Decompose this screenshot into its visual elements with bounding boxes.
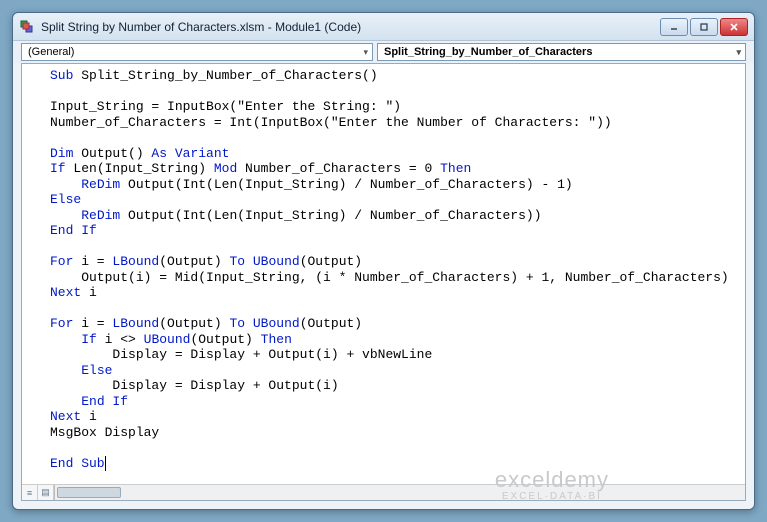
vba-code-window: Split String by Number of Characters.xls…	[12, 12, 755, 510]
app-icon	[19, 19, 35, 35]
window-title: Split String by Number of Characters.xls…	[41, 20, 660, 34]
editor-bottom-bar: ≡ ▤	[22, 484, 745, 500]
scroll-thumb[interactable]	[57, 487, 121, 498]
window-buttons	[660, 18, 748, 36]
minimize-button[interactable]	[660, 18, 688, 36]
close-button[interactable]	[720, 18, 748, 36]
chevron-down-icon: ▾	[736, 47, 741, 58]
procedure-dropdown[interactable]: Split_String_by_Number_of_Characters ▾	[377, 43, 746, 61]
code-frame: Sub Split_String_by_Number_of_Characters…	[21, 63, 746, 501]
full-module-view-icon[interactable]: ▤	[38, 485, 54, 500]
horizontal-scrollbar[interactable]	[55, 485, 745, 500]
titlebar[interactable]: Split String by Number of Characters.xls…	[13, 13, 754, 41]
view-mode-icons: ≡ ▤	[22, 485, 55, 500]
object-dropdown[interactable]: (General) ▾	[21, 43, 373, 61]
procedure-dropdown-value: Split_String_by_Number_of_Characters	[384, 46, 592, 58]
code-editor[interactable]: Sub Split_String_by_Number_of_Characters…	[22, 64, 745, 484]
object-dropdown-value: (General)	[28, 46, 74, 58]
procedure-view-icon[interactable]: ≡	[22, 485, 38, 500]
maximize-button[interactable]	[690, 18, 718, 36]
dropdown-row: (General) ▾ Split_String_by_Number_of_Ch…	[13, 41, 754, 63]
chevron-down-icon: ▾	[363, 47, 368, 58]
text-cursor	[105, 456, 106, 471]
